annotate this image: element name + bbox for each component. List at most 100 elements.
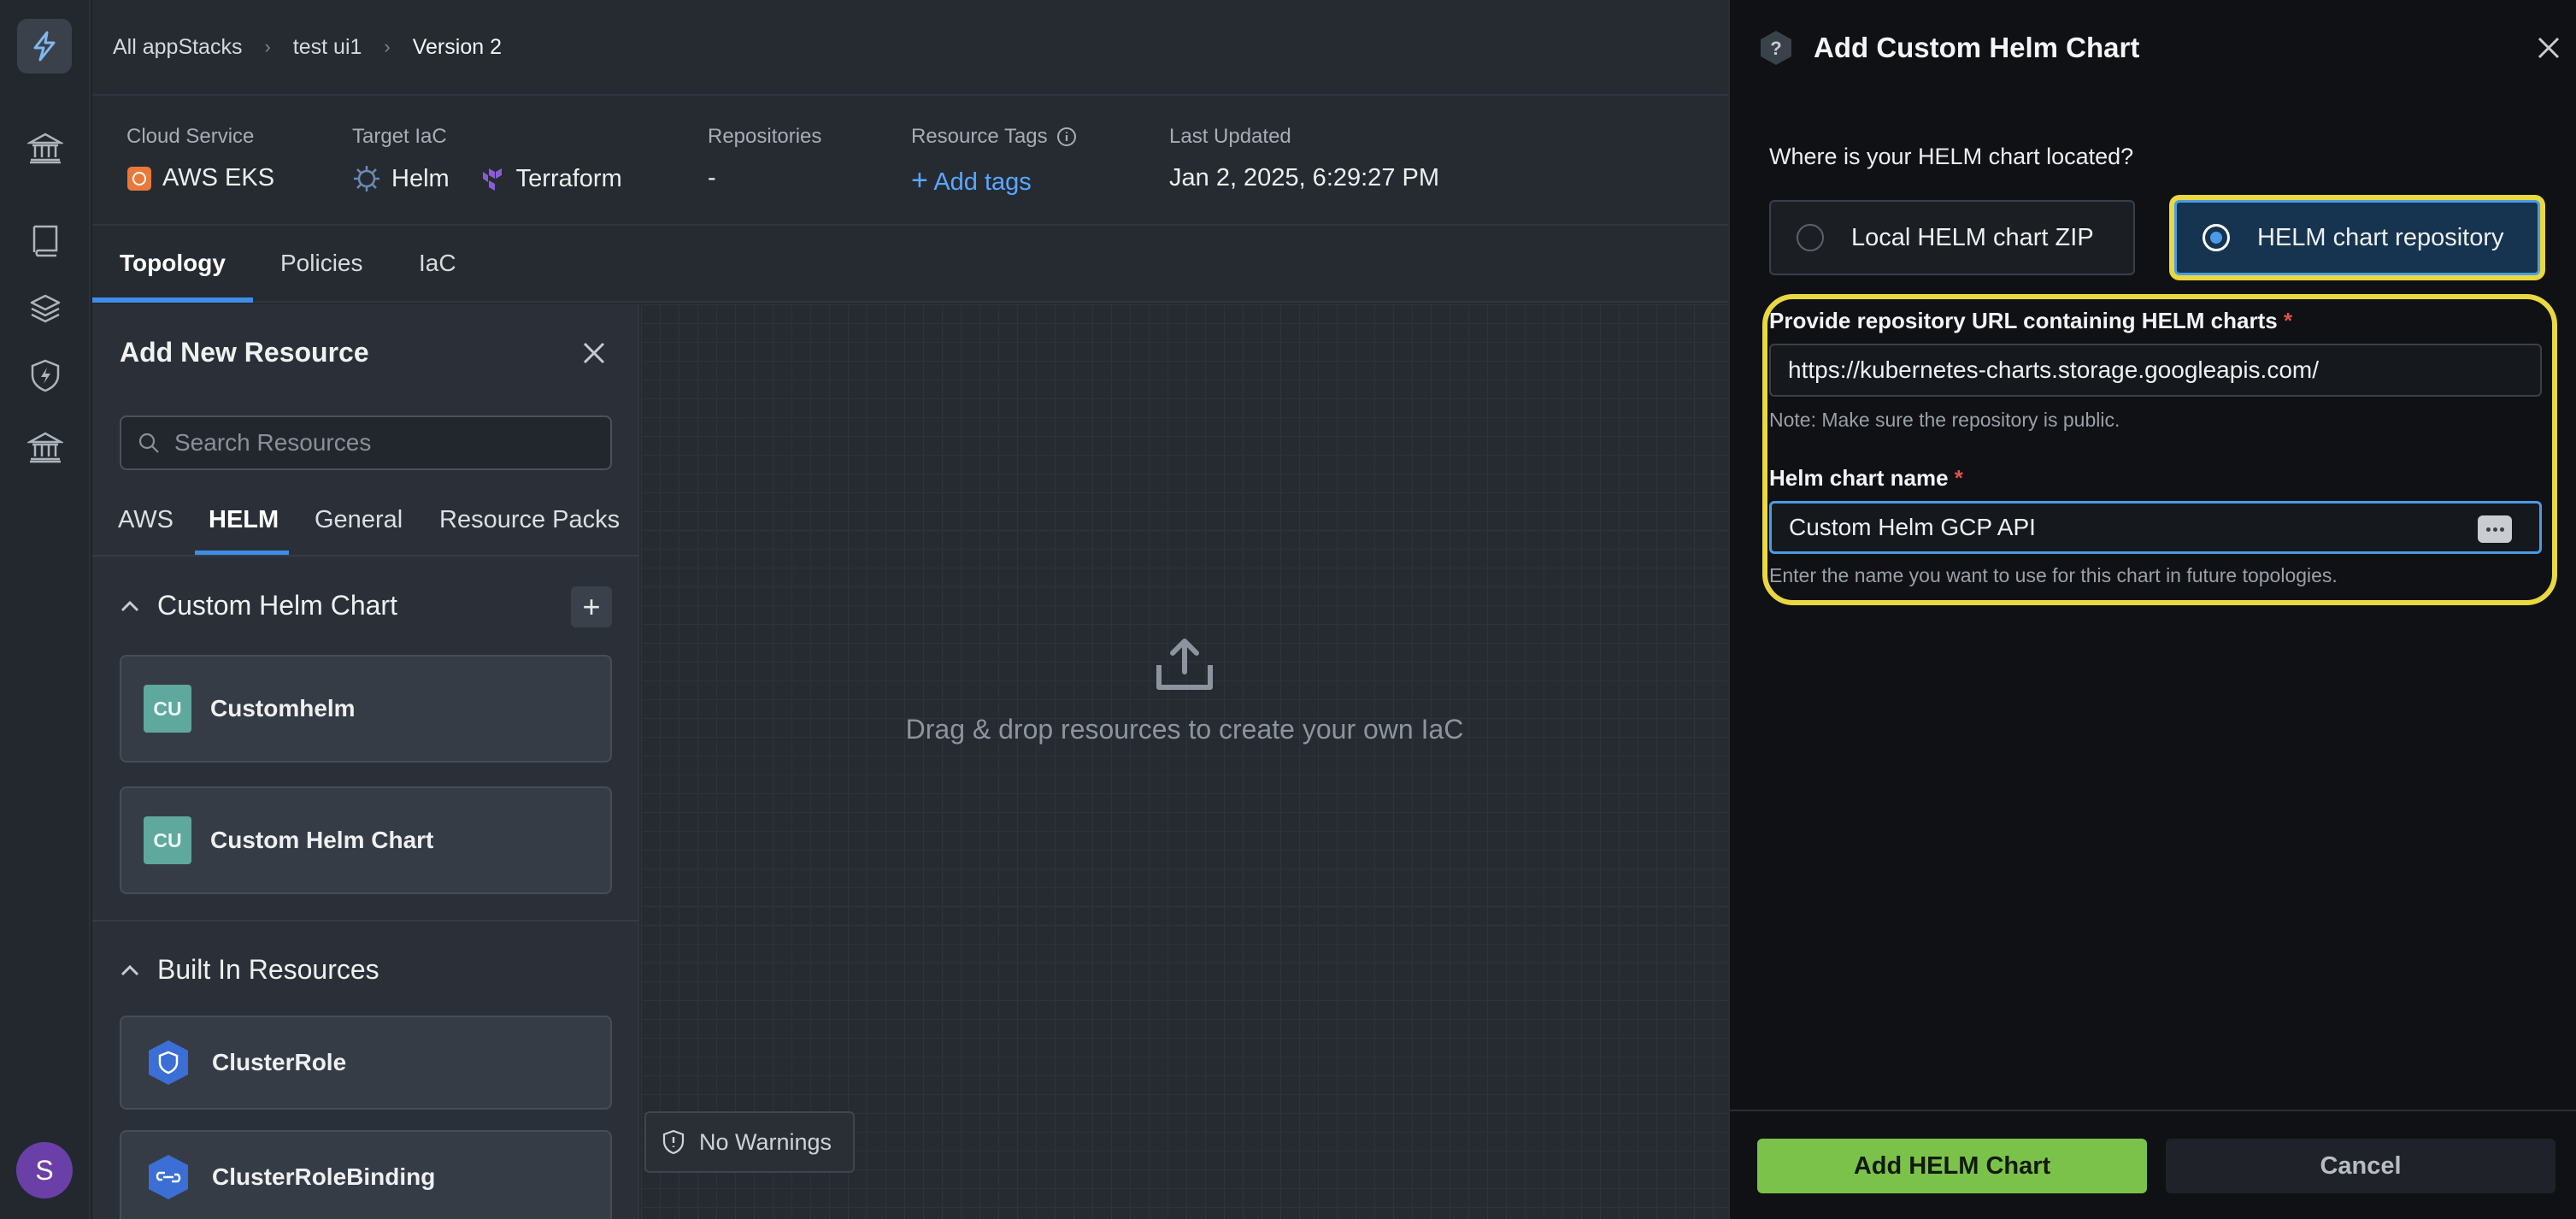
tab-general[interactable]: General [315,506,403,534]
resource-tags-info: Resource Tags + Add tags [911,125,1077,197]
bank-icon[interactable] [26,128,65,168]
bank-icon[interactable] [26,427,65,467]
info-label: Last Updated [1169,125,1291,148]
main-area: All appStacks › test ui1 › Version 2 Clo… [92,0,1728,1219]
cluster-role-icon [144,1038,193,1087]
repo-url-label: Provide repository URL containing HELM c… [1769,308,2293,333]
aws-eks-icon [127,166,151,191]
last-updated-info: Last Updated Jan 2, 2025, 6:29:27 PM [1169,125,1439,192]
resource-card[interactable]: ClusterRoleBinding [120,1130,612,1219]
book-icon[interactable] [26,221,65,260]
highlighted-form-group [1762,294,2557,605]
chart-name-field[interactable] [1769,501,2542,554]
terraform-icon [482,168,502,191]
info-label: Repositories [708,125,822,148]
app-logo-icon[interactable] [17,19,72,74]
close-icon[interactable] [2535,34,2562,62]
nav-rail: S [0,0,91,1219]
info-value: AWS EKS [162,164,275,191]
custom-section-header[interactable]: Custom Helm Chart [120,590,397,621]
repo-note: Note: Make sure the repository is public… [1769,409,2120,431]
repositories-info: Repositories - [708,125,821,192]
chevron-right-icon: › [264,36,271,57]
add-helm-chart-button[interactable]: Add HELM Chart [1757,1139,2147,1193]
chart-name-label: Helm chart name * [1769,465,1963,491]
breadcrumb-item[interactable]: test ui1 [293,35,362,60]
info-label: Cloud Service [126,125,255,148]
resource-card[interactable]: ClusterRole [120,1016,612,1110]
upload-icon [1156,639,1213,690]
section-divider [92,920,639,922]
radio-selected[interactable] [2203,224,2230,251]
resource-label: Customhelm [210,695,356,721]
chart-name-hint: Enter the name you want to use for this … [1769,564,2338,586]
add-tags-link[interactable]: + Add tags [911,164,1032,197]
shield-alert-icon [662,1129,685,1155]
custom-badge: CU [144,816,191,864]
resource-label: Custom Helm Chart [210,827,434,853]
option-local-zip[interactable]: Local HELM chart ZIP [1769,200,2135,275]
radio-unselected[interactable] [1797,224,1824,251]
shield-bolt-icon[interactable] [26,356,65,395]
user-avatar[interactable]: S [16,1142,73,1198]
tab-aws[interactable]: AWS [118,506,173,534]
info-value: Jan 2, 2025, 6:29:27 PM [1169,164,1439,191]
info-label: Target IaC [352,125,447,148]
more-options-icon[interactable] [2478,515,2512,543]
add-custom-helm-drawer: ? Add Custom Helm Chart Where is your HE… [1728,0,2576,1219]
resource-label: ClusterRoleBinding [212,1163,436,1190]
topology-canvas[interactable]: Drag & drop resources to create your own… [641,304,1728,1219]
builtin-section-header[interactable]: Built In Resources [120,954,379,986]
option-helm-repository[interactable]: HELM chart repository [2174,200,2540,275]
drawer-title: ? Add Custom Helm Chart [1757,29,2139,67]
svg-text:?: ? [1770,38,1781,59]
cancel-button[interactable]: Cancel [2166,1139,2555,1193]
search-input[interactable] [174,429,585,456]
resource-card[interactable]: CU Custom Helm Chart [120,786,612,894]
drop-hint: Drag & drop resources to create your own… [905,714,1464,745]
tab-helm[interactable]: HELM [209,506,279,534]
custom-badge: CU [144,685,191,733]
panel-title: Add New Resource [120,337,369,368]
chart-name-input[interactable] [1789,514,2473,541]
breadcrumb-current: Version 2 [412,34,502,59]
breadcrumb-item[interactable]: All appStacks [113,35,242,60]
search-box[interactable] [120,415,612,470]
info-value: Helm [391,164,450,192]
layers-icon[interactable] [26,289,65,328]
add-resource-panel: Add New Resource AWS HELM General Resour… [92,304,639,1219]
stack-info-bar: Cloud Service AWS EKS Target IaC Helm Te… [92,97,1728,226]
drawer-footer: Add HELM Chart Cancel [1730,1110,2576,1219]
cloud-service-info: Cloud Service AWS EKS [126,125,274,192]
location-question: Where is your HELM chart located? [1769,144,2134,169]
tab-policies[interactable]: Policies [280,250,362,277]
target-iac-info: Target IaC Helm Terraform [352,125,622,193]
close-icon[interactable] [579,339,609,368]
breadcrumb: All appStacks › test ui1 › Version 2 [92,0,1728,96]
info-label: Resource Tags [911,125,1048,148]
chevron-right-icon: › [384,36,391,57]
search-icon [138,433,159,453]
drop-zone: Drag & drop resources to create your own… [641,638,1728,745]
resource-label: ClusterRole [212,1049,347,1075]
info-icon[interactable] [1056,127,1077,147]
plus-icon: + [911,164,928,197]
repo-url-field[interactable] [1769,344,2542,397]
add-custom-chart-button[interactable]: + [571,586,612,627]
tab-topology[interactable]: Topology [120,250,226,277]
info-value: Terraform [515,164,622,192]
warnings-status[interactable]: No Warnings [644,1111,855,1173]
active-tab-indicator [92,297,253,303]
cluster-role-binding-icon [144,1152,193,1202]
help-badge-icon: ? [1761,31,1791,65]
repo-url-input[interactable] [1788,356,2472,384]
main-tabs: Topology Policies IaC [92,227,1728,303]
helm-icon [354,166,379,191]
tab-resource-packs[interactable]: Resource Packs [439,506,620,534]
tab-iac[interactable]: IaC [419,250,456,277]
resource-card[interactable]: CU Customhelm [120,655,612,763]
info-value: - [708,164,716,191]
chevron-up-icon [121,600,139,611]
tab-divider [92,555,639,556]
chevron-up-icon [121,964,139,975]
